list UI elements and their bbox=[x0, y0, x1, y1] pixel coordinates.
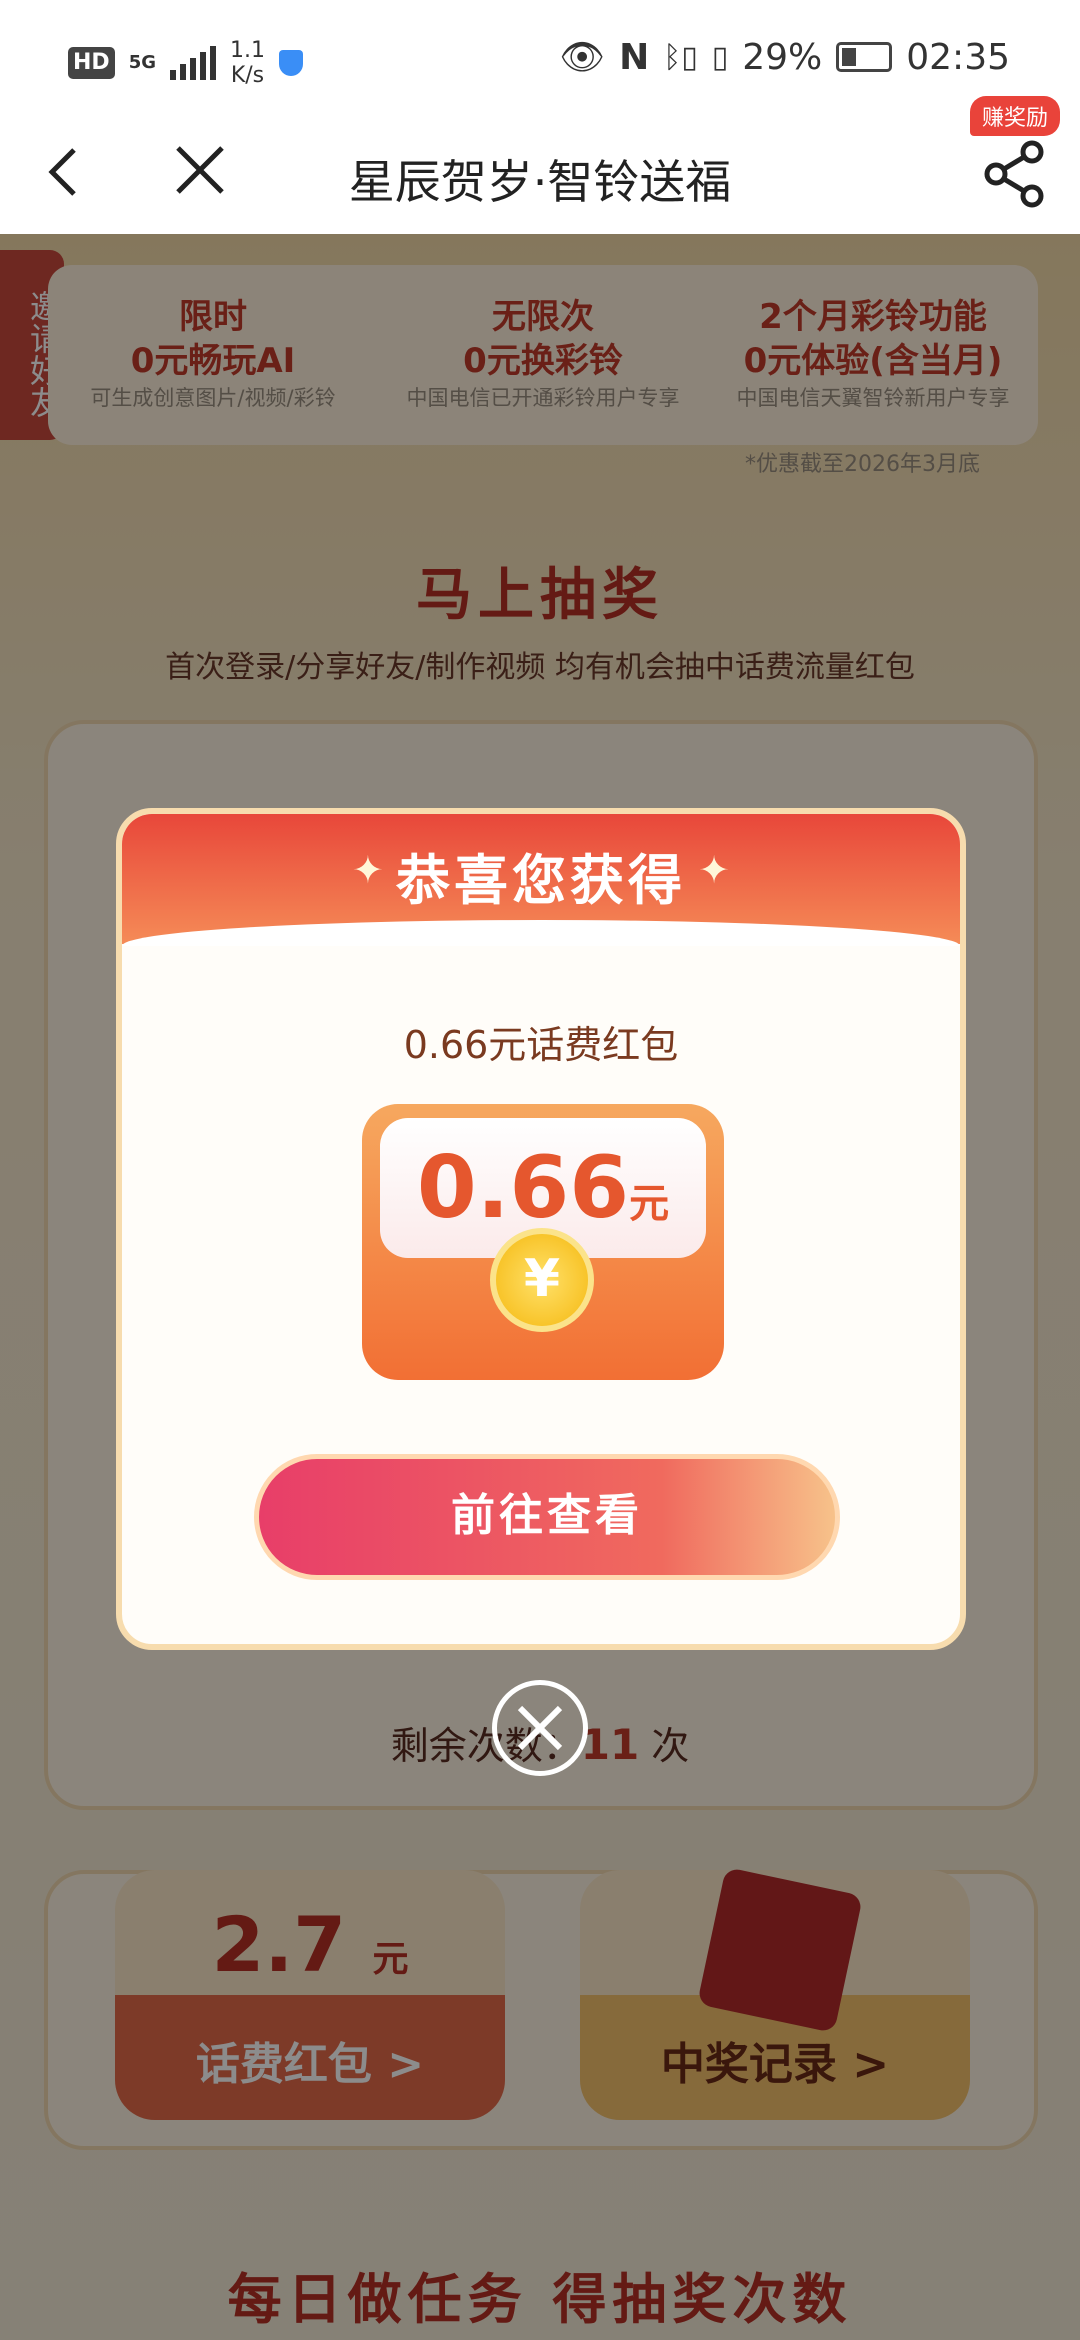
eye-icon: 👁 bbox=[559, 37, 606, 78]
battery-icon bbox=[836, 42, 893, 72]
vibrate-icon: ▯ bbox=[711, 39, 729, 75]
prize-envelope: 0.66元 ¥ bbox=[362, 1104, 724, 1380]
network-speed: 1.1 K/s bbox=[230, 38, 265, 88]
clock: 02:35 bbox=[906, 36, 1010, 78]
page-title: 星辰贺岁·智铃送福 bbox=[348, 155, 732, 209]
close-icon bbox=[517, 1705, 563, 1751]
modal-close-button[interactable] bbox=[492, 1680, 588, 1776]
prize-modal: ✦ ✦ 恭喜您获得 0.66元话费红包 0.66元 ¥ 前往查看 bbox=[116, 808, 966, 1650]
hd-indicator: HD bbox=[68, 47, 115, 79]
battery-percent: 29% bbox=[742, 36, 823, 78]
view-prize-button[interactable]: 前往查看 bbox=[254, 1454, 840, 1580]
nfc-icon: N bbox=[619, 36, 650, 78]
reward-badge[interactable]: 赚奖励 bbox=[970, 96, 1061, 136]
prize-amount: 0.66元 bbox=[416, 1138, 670, 1238]
network-indicator: 5G bbox=[128, 52, 156, 73]
signal-icon bbox=[170, 46, 216, 80]
share-button[interactable] bbox=[980, 138, 1050, 218]
share-icon bbox=[984, 140, 1044, 208]
prize-name: 0.66元话费红包 bbox=[403, 1023, 679, 1067]
status-bar: HD 5G 1.1 K/s 👁 N ᛒ▯ ▯ 29% 02:35 bbox=[0, 0, 1080, 118]
bluetooth-icon: ᛒ▯ bbox=[663, 39, 698, 75]
shield-icon bbox=[279, 50, 303, 76]
coin-icon: ¥ bbox=[490, 1228, 594, 1332]
nav-bar: 星辰贺岁·智铃送福 bbox=[0, 118, 1080, 234]
modal-title: 恭喜您获得 bbox=[396, 849, 686, 912]
